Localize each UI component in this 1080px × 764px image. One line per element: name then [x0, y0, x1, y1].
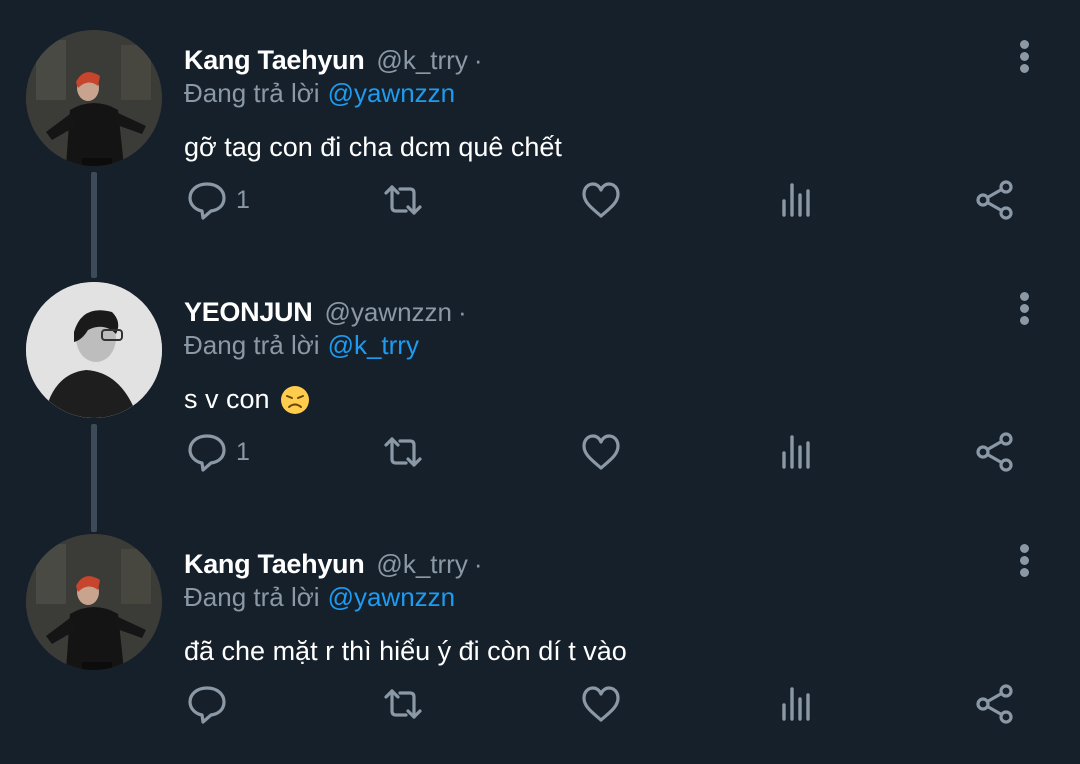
disappointed-face-emoji — [280, 385, 309, 414]
analytics-button[interactable] — [777, 422, 819, 482]
share-icon — [976, 180, 1013, 220]
replying-to: Đang trả lời @yawnzzn — [184, 78, 455, 109]
reply-button[interactable]: 1 — [186, 170, 250, 230]
analytics-button[interactable] — [777, 674, 819, 734]
heart-icon — [582, 686, 620, 722]
tweet-header: Kang Taehyun @k_trry · — [184, 40, 483, 80]
reply-count: 1 — [236, 185, 250, 214]
tweet[interactable]: Kang Taehyun @k_trry · Đang trả lời @yawn… — [0, 0, 1080, 252]
tweet-text: s v con — [184, 384, 310, 415]
tweet-text: đã che mặt r thì hiểu ý đi còn dí t vào — [184, 636, 627, 666]
analytics-bars-icon — [782, 687, 810, 721]
user-handle[interactable]: @yawnzzn — [324, 297, 452, 328]
replying-prefix: Đang trả lời — [184, 78, 320, 108]
tweet[interactable]: YEONJUN @yawnzzn · Đang trả lời @k_trry s… — [0, 252, 1080, 504]
reply-bubble-icon — [188, 182, 226, 220]
avatar[interactable] — [26, 282, 162, 418]
display-name[interactable]: Kang Taehyun — [184, 45, 365, 76]
separator: · — [458, 296, 467, 327]
separator: · — [473, 548, 483, 579]
share-button[interactable] — [974, 674, 1016, 734]
replying-prefix: Đang trả lời — [184, 330, 320, 360]
retweet-button[interactable] — [382, 422, 424, 482]
action-bar — [0, 674, 1080, 734]
heart-icon — [582, 182, 620, 218]
share-icon — [976, 684, 1013, 724]
reply-mention-link[interactable]: @yawnzzn — [328, 78, 456, 108]
action-bar: 1 — [0, 170, 1080, 230]
analytics-bars-icon — [782, 435, 810, 469]
reply-mention-link[interactable]: @k_trry — [328, 330, 419, 360]
replying-to: Đang trả lời @yawnzzn — [184, 582, 455, 613]
reply-button[interactable] — [186, 674, 236, 734]
more-vertical-icon[interactable] — [1013, 290, 1037, 326]
replying-to: Đang trả lời @k_trry — [184, 330, 419, 361]
tweet-header: Kang Taehyun @k_trry · — [184, 544, 483, 584]
share-button[interactable] — [974, 170, 1016, 230]
reply-bubble-icon — [188, 686, 226, 724]
reply-bubble-icon — [188, 434, 226, 472]
share-icon — [976, 432, 1013, 472]
like-button[interactable] — [580, 674, 622, 734]
like-button[interactable] — [580, 170, 622, 230]
retweet-icon — [384, 437, 422, 467]
heart-icon — [582, 434, 620, 470]
tweet[interactable]: Kang Taehyun @k_trry · Đang trả lời @yawn… — [0, 504, 1080, 756]
avatar[interactable] — [26, 534, 162, 670]
tweet-text-content: s v con — [184, 384, 270, 414]
display-name[interactable]: Kang Taehyun — [184, 549, 365, 580]
reply-count: 1 — [236, 437, 250, 466]
user-handle[interactable]: @k_trry — [376, 45, 467, 76]
avatar[interactable] — [26, 30, 162, 166]
more-vertical-icon[interactable] — [1013, 542, 1037, 578]
like-button[interactable] — [580, 422, 622, 482]
user-handle[interactable]: @k_trry — [376, 549, 467, 580]
retweet-button[interactable] — [382, 170, 424, 230]
share-button[interactable] — [974, 422, 1016, 482]
action-bar: 1 — [0, 422, 1080, 482]
separator: · — [473, 44, 483, 75]
analytics-bars-icon — [782, 183, 810, 217]
replying-prefix: Đang trả lời — [184, 582, 320, 612]
analytics-button[interactable] — [777, 170, 819, 230]
tweet-header: YEONJUN @yawnzzn · — [184, 292, 467, 332]
retweet-icon — [384, 185, 422, 215]
display-name[interactable]: YEONJUN — [184, 297, 313, 328]
reply-mention-link[interactable]: @yawnzzn — [328, 582, 456, 612]
reply-button[interactable]: 1 — [186, 422, 250, 482]
retweet-button[interactable] — [382, 674, 424, 734]
retweet-icon — [384, 689, 422, 719]
tweet-text: gỡ tag con đi cha dcm quê chết — [184, 132, 562, 162]
more-vertical-icon[interactable] — [1013, 38, 1037, 74]
